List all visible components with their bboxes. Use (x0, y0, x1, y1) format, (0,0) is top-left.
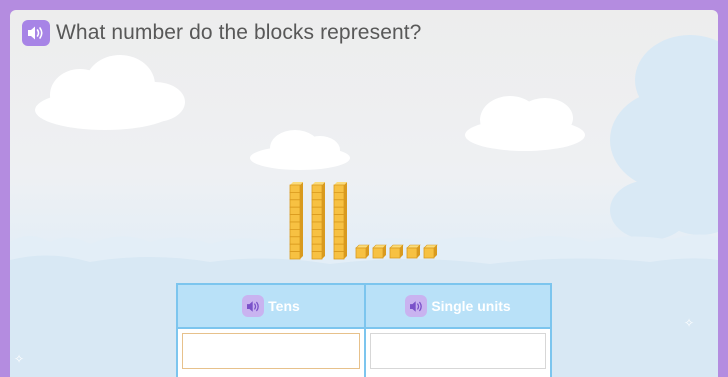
column-label-tens: Tens (268, 298, 300, 314)
single-units-answer-input[interactable] (370, 333, 546, 369)
unit-cube (355, 244, 370, 259)
column-divider (364, 285, 366, 377)
ten-rod (311, 182, 325, 260)
single-units-audio-button[interactable] (405, 295, 428, 317)
row-divider (178, 327, 550, 329)
ten-rod (289, 182, 303, 260)
speaker-icon (409, 300, 422, 312)
answer-table: Tens Single units (176, 283, 552, 377)
question-panel: ✧ ✧ What number do the blocks represent?… (10, 10, 718, 377)
column-label-single-units: Single units (431, 298, 511, 314)
column-header-single-units: Single units (366, 285, 550, 327)
ten-rod (333, 182, 347, 260)
unit-cube (372, 244, 387, 259)
unit-cube (406, 244, 421, 259)
column-header-tens: Tens (178, 285, 364, 327)
tens-answer-input[interactable] (182, 333, 360, 369)
tens-audio-button[interactable] (242, 295, 265, 317)
unit-cube (389, 244, 404, 259)
speaker-icon (246, 300, 259, 312)
unit-cube (423, 244, 438, 259)
